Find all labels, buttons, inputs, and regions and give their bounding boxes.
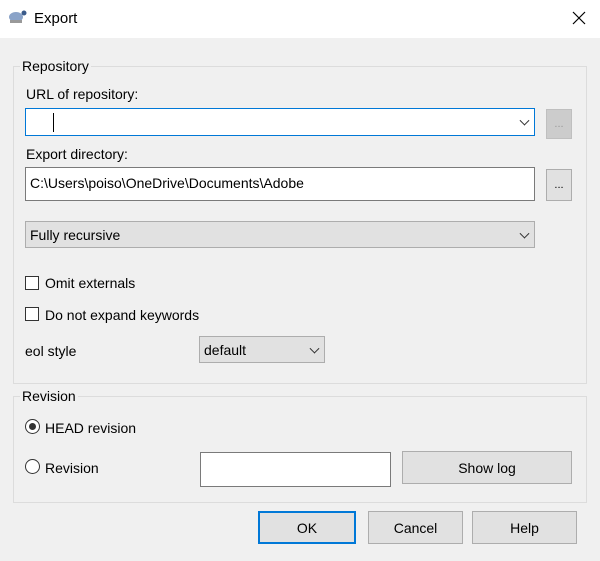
eol-style-label: eol style bbox=[25, 343, 77, 359]
tortoise-svn-icon bbox=[9, 10, 27, 23]
head-revision-label[interactable]: HEAD revision bbox=[45, 420, 136, 436]
omit-externals-checkbox[interactable] bbox=[25, 276, 39, 290]
chevron-down-icon bbox=[519, 228, 530, 239]
revision-label[interactable]: Revision bbox=[45, 460, 99, 476]
window-title: Export bbox=[34, 10, 78, 27]
export-dir-browse-button[interactable]: ... bbox=[546, 169, 572, 201]
no-expand-keywords-label[interactable]: Do not expand keywords bbox=[45, 307, 199, 323]
cancel-button[interactable]: Cancel bbox=[368, 511, 463, 544]
title-bar: Export bbox=[0, 0, 600, 38]
depth-value: Fully recursive bbox=[30, 226, 121, 243]
chevron-down-icon bbox=[309, 343, 320, 354]
export-dir-input[interactable]: C:\Users\poiso\OneDrive\Documents\Adobe bbox=[25, 167, 535, 201]
depth-select[interactable]: Fully recursive bbox=[25, 221, 535, 248]
chevron-down-icon[interactable] bbox=[519, 115, 530, 126]
url-combo[interactable] bbox=[25, 108, 535, 136]
export-dir-value: C:\Users\poiso\OneDrive\Documents\Adobe bbox=[30, 175, 304, 191]
revision-radio[interactable] bbox=[25, 459, 40, 474]
no-expand-keywords-checkbox[interactable] bbox=[25, 307, 39, 321]
close-icon[interactable] bbox=[572, 11, 586, 25]
omit-externals-label[interactable]: Omit externals bbox=[45, 275, 135, 291]
eol-style-select[interactable]: default bbox=[199, 336, 325, 363]
export-dir-label: Export directory: bbox=[26, 146, 128, 162]
text-cursor bbox=[53, 113, 54, 132]
ok-button[interactable]: OK bbox=[258, 511, 356, 544]
eol-style-value: default bbox=[204, 341, 247, 358]
help-button[interactable]: Help bbox=[472, 511, 577, 544]
revision-legend: Revision bbox=[20, 388, 78, 404]
repository-legend: Repository bbox=[20, 58, 91, 74]
show-log-button[interactable]: Show log bbox=[402, 451, 572, 484]
head-revision-radio[interactable] bbox=[25, 419, 40, 434]
url-label: URL of repository: bbox=[26, 86, 139, 102]
revision-input[interactable] bbox=[200, 452, 391, 487]
url-browse-button[interactable]: ... bbox=[546, 109, 572, 139]
